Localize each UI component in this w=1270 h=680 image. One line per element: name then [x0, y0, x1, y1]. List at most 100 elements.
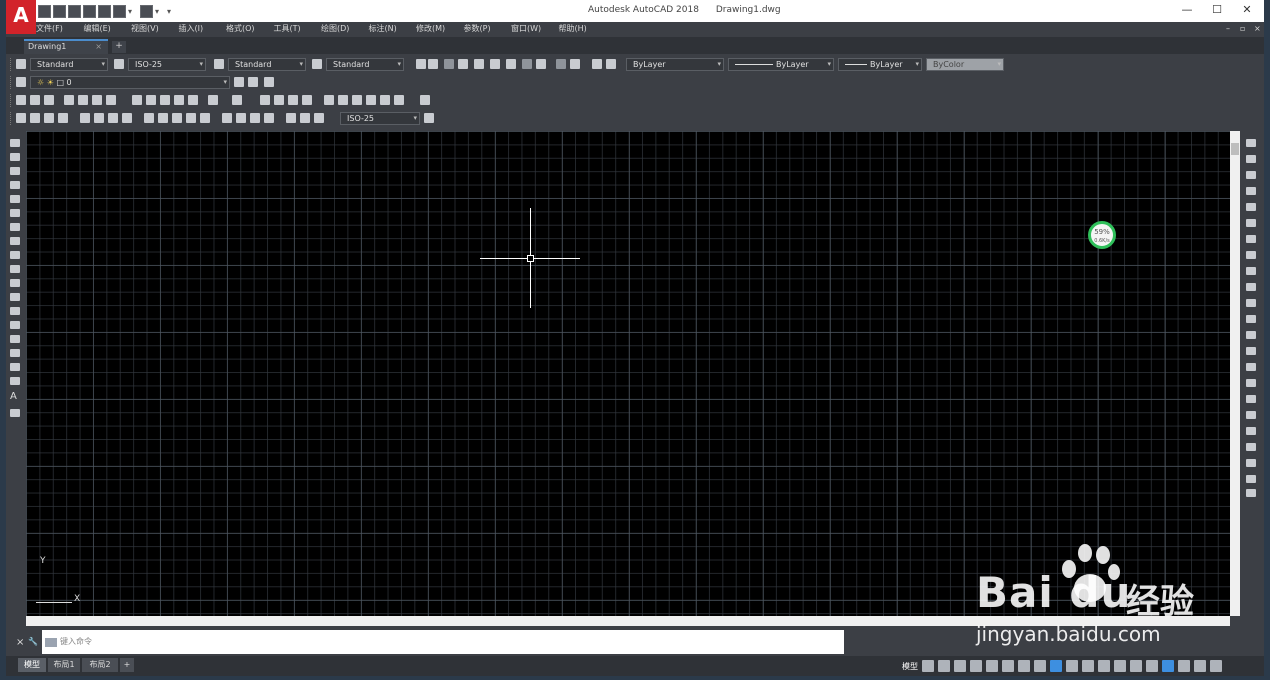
3d-dwf-icon[interactable] [106, 95, 116, 105]
annotation-visibility-icon[interactable] [1050, 660, 1062, 672]
menu-modify[interactable]: 修改(M) [416, 22, 464, 36]
new-icon[interactable] [38, 5, 51, 18]
cut-icon[interactable] [132, 95, 142, 105]
draworder-icon[interactable] [1246, 427, 1256, 435]
qnew-icon[interactable] [16, 95, 26, 105]
scale-icon[interactable] [1246, 251, 1256, 259]
construction-line-icon[interactable] [10, 153, 20, 161]
isodraft-icon[interactable] [986, 660, 998, 672]
clean-screen-icon[interactable] [1194, 660, 1206, 672]
continue-icon[interactable] [172, 113, 182, 123]
layer-previous-icon[interactable] [570, 59, 580, 69]
pan-icon[interactable] [260, 95, 270, 105]
mleader-style-select[interactable]: Standard ▾ [326, 58, 404, 71]
table-icon[interactable] [10, 377, 20, 385]
make-current-icon[interactable] [556, 59, 566, 69]
dim-style-control[interactable]: ISO-25 ▾ [340, 112, 420, 125]
arc-icon[interactable] [10, 209, 20, 217]
plot-preview-icon[interactable] [78, 95, 88, 105]
zoom-realtime-icon[interactable] [274, 95, 284, 105]
menu-view[interactable]: 视图(V) [131, 22, 179, 36]
tab-layout1[interactable]: 布局1 [48, 658, 80, 672]
chamfer-icon[interactable] [1246, 363, 1256, 371]
radius-icon[interactable] [80, 113, 90, 123]
tab-model[interactable]: 模型 [18, 658, 46, 672]
doc-close-button[interactable]: × [1254, 22, 1261, 36]
zoom-window-icon[interactable] [288, 95, 298, 105]
menu-edit[interactable]: 编辑(E) [84, 22, 132, 36]
quickcalc-icon[interactable] [394, 95, 404, 105]
save-as-icon[interactable] [83, 5, 96, 18]
dimension-style-icon[interactable] [424, 113, 434, 123]
menu-dimension[interactable]: 标注(N) [369, 22, 417, 36]
bring-front-icon[interactable] [1246, 443, 1256, 451]
color-select[interactable]: ByLayer ▾ [626, 58, 724, 71]
lineweight-select[interactable]: ByLayer ▾ [838, 58, 922, 71]
units-icon[interactable] [1130, 660, 1142, 672]
workspace-icon[interactable] [1098, 660, 1110, 672]
region-icon[interactable] [10, 363, 20, 371]
text-front-icon[interactable] [1246, 475, 1256, 483]
center-mark-icon[interactable] [236, 113, 246, 123]
menu-window[interactable]: 窗口(W) [511, 22, 559, 36]
make-object-layer-current-icon[interactable] [234, 77, 244, 87]
close-icon[interactable]: × [95, 41, 102, 53]
angular-icon[interactable] [122, 113, 132, 123]
grid-icon[interactable] [922, 660, 934, 672]
object-snap-tracking-icon[interactable] [1002, 660, 1014, 672]
block-editor-icon[interactable] [188, 95, 198, 105]
customization-icon[interactable] [1210, 660, 1222, 672]
rectangle-icon[interactable] [10, 195, 20, 203]
auto-scale-icon[interactable] [1066, 660, 1078, 672]
zoom-previous-icon[interactable] [302, 95, 312, 105]
menu-tools[interactable]: 工具(T) [274, 22, 322, 36]
ordinate-icon[interactable] [58, 113, 68, 123]
polar-icon[interactable] [970, 660, 982, 672]
annotation-scale-icon[interactable] [1082, 660, 1094, 672]
gradient-icon[interactable] [10, 349, 20, 357]
table-style-icon[interactable] [214, 59, 224, 69]
mirror-icon[interactable] [1246, 171, 1256, 179]
redo-icon[interactable] [232, 95, 242, 105]
line-icon[interactable] [10, 139, 20, 147]
abc-icon[interactable] [474, 59, 484, 69]
layer-previous-icon[interactable] [248, 77, 258, 87]
performance-gadget[interactable]: 59% 0.6K/s [1088, 221, 1116, 249]
layer-select[interactable]: ☼ ☀ □ 0 ▾ [30, 76, 230, 89]
array-icon[interactable] [1246, 203, 1256, 211]
mleader-style-icon[interactable] [312, 59, 322, 69]
table-style-select[interactable]: Standard ▾ [228, 58, 306, 71]
polygon-icon[interactable] [10, 181, 20, 189]
ortho-icon[interactable] [954, 660, 966, 672]
quick-dim-icon[interactable] [144, 113, 154, 123]
new-tab-button[interactable]: + [112, 41, 126, 53]
hatch-icon[interactable] [10, 335, 20, 343]
add-layout-button[interactable]: + [120, 658, 134, 672]
minimize-button[interactable]: — [1180, 3, 1194, 17]
object-snap-icon[interactable] [1018, 660, 1030, 672]
layer-state-icon[interactable] [592, 59, 602, 69]
dim-break-icon[interactable] [200, 113, 210, 123]
move-icon[interactable] [1246, 219, 1256, 227]
point-icon[interactable] [10, 321, 20, 329]
model-space-toggle[interactable]: 模型 [902, 661, 918, 672]
arc-length-icon[interactable] [44, 113, 54, 123]
multiline-text-icon[interactable]: A [10, 392, 20, 402]
rotate-icon[interactable] [1246, 235, 1256, 243]
doc-restore-button[interactable]: ▫ [1240, 22, 1245, 36]
paste-icon[interactable] [160, 95, 170, 105]
menu-parametric[interactable]: 参数(P) [464, 22, 512, 36]
erase-icon[interactable] [1246, 139, 1256, 147]
jogged-linear-icon[interactable] [264, 113, 274, 123]
menu-file[interactable]: 文件(F) [36, 22, 84, 36]
baseline-icon[interactable] [158, 113, 168, 123]
copy-icon[interactable] [146, 95, 156, 105]
application-menu-button[interactable]: A [6, 0, 36, 34]
design-center-icon[interactable] [338, 95, 348, 105]
lineweight-icon[interactable] [1034, 660, 1046, 672]
print-icon[interactable] [98, 5, 111, 18]
isolate-objects-icon[interactable] [1162, 660, 1174, 672]
scale-text-icon[interactable] [490, 59, 500, 69]
tab-layout2[interactable]: 布局2 [82, 658, 118, 672]
customize-qat-icon[interactable]: ▾ [167, 5, 177, 18]
